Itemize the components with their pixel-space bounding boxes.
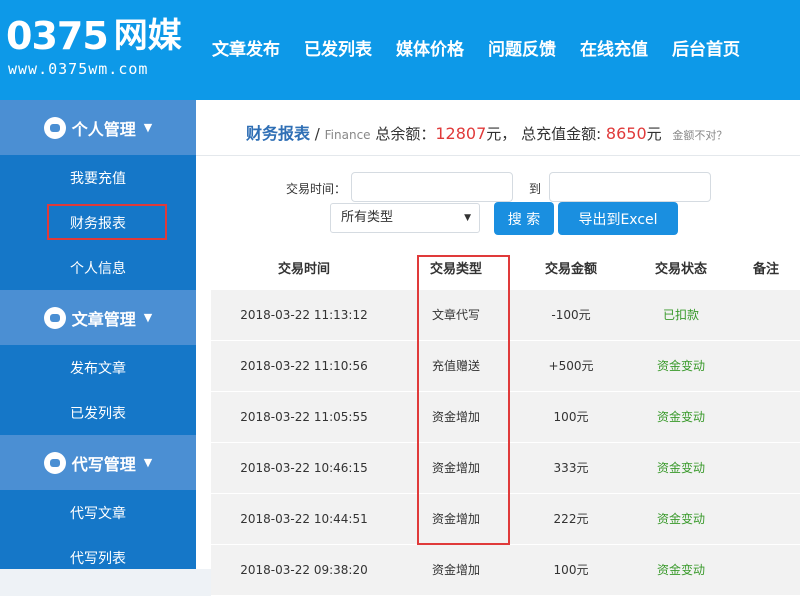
- type-select-value: 所有类型: [341, 210, 394, 225]
- nav-item-recharge[interactable]: 在线充值: [580, 34, 648, 66]
- sidebar-item-ghostwrite-list[interactable]: 代写列表: [0, 535, 196, 580]
- nav-item-media-price[interactable]: 媒体价格: [396, 34, 464, 66]
- recharge-label: 总充值金额:: [521, 125, 602, 143]
- cell-time: 2018-03-22 10:46:15: [240, 461, 368, 475]
- breadcrumb: 财务报表 / Finance 总余额：12807元， 总充值金额: 8650元 …: [246, 120, 727, 144]
- logo-digits: 0375: [6, 14, 109, 58]
- export-excel-button[interactable]: 导出到Excel: [558, 202, 678, 235]
- sidebar-group-label: 代写管理: [71, 454, 136, 474]
- cell-time: 2018-03-22 11:10:56: [240, 359, 368, 373]
- search-button[interactable]: 搜 索: [494, 202, 554, 235]
- breadcrumb-sub: Finance: [324, 128, 371, 142]
- sidebar: 个人管理 ▼ 我要充值 财务报表 个人信息 文章管理 ▼ 发布文章 已发列表 代…: [0, 100, 196, 569]
- header-time: 交易时间: [277, 262, 330, 277]
- table-row: 2018-03-22 09:38:20 资金增加 100元 资金变动: [211, 545, 800, 596]
- cell-status: 资金变动: [656, 461, 705, 475]
- caret-down-icon: ▼: [143, 121, 153, 134]
- cell-status: 资金变动: [656, 512, 705, 526]
- top-header: 0375 网媒 www.0375wm.com 文章发布 已发列表 媒体价格 问题…: [0, 0, 800, 100]
- header-note: 备注: [752, 262, 779, 277]
- dropdown-arrow-icon: ▼: [464, 213, 471, 223]
- sidebar-item-sent-list[interactable]: 已发列表: [0, 390, 196, 435]
- sidebar-group-label: 个人管理: [71, 119, 136, 139]
- balance-unit: 元，: [486, 125, 517, 143]
- cell-amount: +500元: [548, 359, 594, 373]
- cell-time: 2018-03-22 09:38:20: [240, 563, 368, 577]
- balance-value: 12807: [435, 124, 487, 143]
- end-time-input[interactable]: [549, 172, 711, 202]
- start-time-input[interactable]: [351, 172, 513, 202]
- header-amount: 交易金额: [544, 262, 597, 277]
- breadcrumb-separator: /: [314, 125, 320, 143]
- nav-item-admin-home[interactable]: 后台首页: [672, 34, 740, 66]
- logo-cn-text: 网媒: [113, 16, 182, 56]
- cell-amount: 222元: [553, 512, 589, 526]
- cell-amount: 100元: [553, 410, 589, 424]
- cell-time: 2018-03-22 10:44:51: [240, 512, 368, 526]
- to-label: 到: [529, 182, 542, 196]
- highlight-box-finance: [47, 204, 167, 240]
- cell-status: 资金变动: [656, 410, 705, 424]
- recharge-value: 8650: [605, 124, 647, 143]
- logo-url: www.0375wm.com: [8, 60, 149, 78]
- site-logo[interactable]: 0375 网媒 www.0375wm.com: [6, 14, 186, 84]
- cell-status: 已扣款: [662, 308, 699, 322]
- caret-down-icon: ▼: [143, 456, 153, 469]
- cell-type: 资金增加: [431, 563, 480, 577]
- amount-question-link[interactable]: 金额不对？: [672, 129, 727, 142]
- book-icon: [43, 306, 66, 329]
- sidebar-group-ghostwriting[interactable]: 代写管理 ▼: [0, 435, 196, 490]
- nav-item-sent-list[interactable]: 已发列表: [304, 34, 372, 66]
- cell-amount: 333元: [553, 461, 589, 475]
- cell-status: 资金变动: [656, 359, 705, 373]
- caret-down-icon: ▼: [143, 311, 153, 324]
- sidebar-group-articles[interactable]: 文章管理 ▼: [0, 290, 196, 345]
- sidebar-group-personal[interactable]: 个人管理 ▼: [0, 100, 196, 155]
- sidebar-item-recharge[interactable]: 我要充值: [0, 155, 196, 200]
- highlight-box-type-column: [417, 255, 510, 545]
- header-status: 交易状态: [654, 262, 707, 277]
- cell-status: 资金变动: [656, 563, 705, 577]
- recharge-unit: 元: [646, 125, 662, 143]
- balance-label: 总余额：: [375, 125, 436, 143]
- nav-item-publish[interactable]: 文章发布: [212, 34, 280, 66]
- cell-amount: -100元: [551, 308, 591, 322]
- book-icon: [43, 451, 66, 474]
- divider: [196, 155, 800, 156]
- main-nav: 文章发布 已发列表 媒体价格 问题反馈 在线充值 后台首页: [200, 34, 752, 66]
- cell-amount: 100元: [553, 563, 589, 577]
- user-group-icon: [43, 116, 66, 139]
- sidebar-group-label: 文章管理: [71, 309, 136, 329]
- cell-time: 2018-03-22 11:05:55: [240, 410, 368, 424]
- nav-item-feedback[interactable]: 问题反馈: [488, 34, 556, 66]
- sidebar-item-profile[interactable]: 个人信息: [0, 245, 196, 290]
- sidebar-item-publish-article[interactable]: 发布文章: [0, 345, 196, 390]
- type-select[interactable]: 所有类型 ▼: [330, 203, 480, 233]
- page-title: 财务报表: [246, 124, 311, 143]
- cell-time: 2018-03-22 11:13:12: [240, 308, 368, 322]
- time-label: 交易时间：: [286, 182, 347, 196]
- sidebar-item-ghostwrite-article[interactable]: 代写文章: [0, 490, 196, 535]
